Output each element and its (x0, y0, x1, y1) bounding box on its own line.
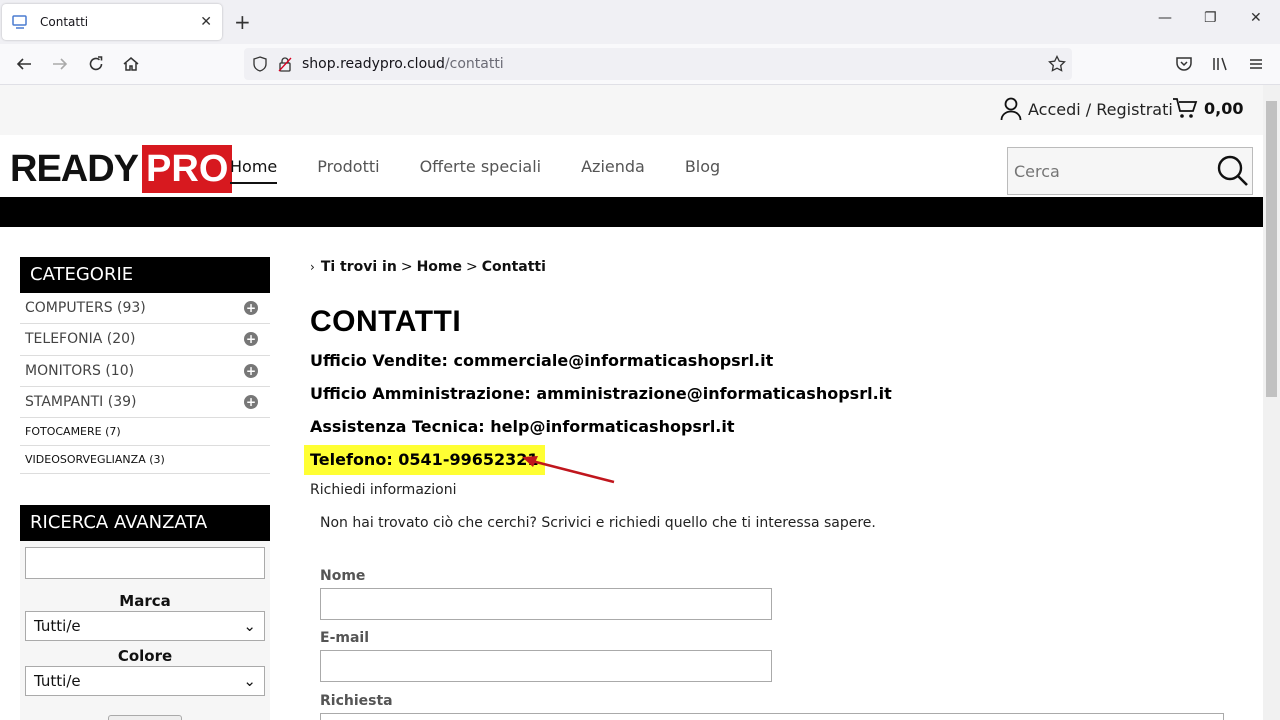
category-item-computers[interactable]: COMPUTERS (93) + (20, 293, 270, 325)
search-input[interactable] (1008, 148, 1214, 194)
advanced-search-input[interactable] (25, 547, 265, 579)
cart-total: 0,00 (1204, 98, 1244, 118)
expand-plus-icon[interactable]: + (244, 301, 258, 316)
menu-icon[interactable] (1246, 54, 1266, 74)
page-title: CONTATTI (310, 305, 462, 338)
search-icon (1217, 155, 1248, 186)
browser-toolbar: shop.readypro.cloud/contatti (0, 44, 1280, 85)
category-item-monitors[interactable]: MONITORS (10) + (20, 356, 270, 387)
request-info-description: Non hai trovato ciò che cerchi? Scrivici… (320, 515, 876, 531)
advanced-search-button[interactable] (108, 715, 182, 720)
request-textarea[interactable] (320, 713, 1224, 720)
account-label: Accedi / Registrati (1028, 99, 1173, 119)
request-info-title: Richiedi informazioni (310, 482, 457, 498)
browser-tab[interactable]: Contatti ✕ (2, 4, 222, 40)
scrollbar-thumb[interactable] (1266, 101, 1277, 397)
category-item-stampanti[interactable]: STAMPANTI (39) + (20, 387, 270, 419)
chevron-down-icon: ⌄ (243, 672, 256, 690)
web-page: Accedi / Registrati 0,00 READY PRO Home … (0, 85, 1263, 720)
lock-icon[interactable] (278, 56, 292, 72)
breadcrumb-prefix: Ti trovi in (320, 259, 397, 275)
brand-label: Marca (119, 592, 171, 610)
breadcrumb-home[interactable]: Home (417, 259, 462, 275)
site-logo[interactable]: READY PRO (10, 145, 233, 193)
category-label: VIDEOSORVEGLIANZA (3) (25, 453, 165, 467)
favicon-icon (12, 14, 28, 30)
cart-icon (1173, 98, 1198, 118)
chevron-right-icon: › (310, 260, 315, 274)
admin-contact: Ufficio Amministrazione: amministrazione… (310, 384, 892, 403)
category-label: TELEFONIA (20) (25, 331, 136, 348)
advanced-search-title: RICERCA AVANZATA (20, 505, 270, 541)
logo-ready: READY (10, 148, 139, 190)
request-label: Richiesta (320, 693, 393, 709)
page-scrollbar[interactable] (1263, 85, 1280, 720)
back-icon[interactable] (14, 54, 34, 74)
annotation-arrow-icon (522, 456, 615, 484)
brand-select-value: Tutti/e (34, 617, 81, 635)
brand-select[interactable]: Tutti/e ⌄ (25, 611, 265, 641)
category-item-videosorveglianza[interactable]: VIDEOSORVEGLIANZA (3) (20, 446, 270, 475)
url-path: /contatti (444, 56, 504, 72)
expand-plus-icon[interactable]: + (244, 363, 258, 378)
account-link[interactable]: Accedi / Registrati (1000, 97, 1173, 121)
new-tab-icon[interactable]: + (234, 10, 251, 34)
search-box (1007, 147, 1253, 195)
breadcrumb-current: Contatti (481, 259, 546, 275)
reload-icon[interactable] (86, 54, 106, 74)
header-band (0, 197, 1263, 227)
color-select-value: Tutti/e (34, 672, 81, 690)
nav-azienda[interactable]: Azienda (581, 157, 645, 184)
bookmark-star-icon[interactable] (1048, 55, 1066, 73)
logo-pro: PRO (142, 145, 233, 193)
utility-bar: Accedi / Registrati 0,00 (0, 85, 1263, 135)
breadcrumb: › Ti trovi in > Home > Contatti (310, 259, 546, 275)
nav-home[interactable]: Home (230, 157, 278, 184)
site-header: READY PRO Home Prodotti Offerte speciali… (0, 135, 1263, 197)
nav-offerte-speciali[interactable]: Offerte speciali (420, 157, 542, 184)
categories-title: CATEGORIE (20, 257, 270, 293)
address-bar[interactable]: shop.readypro.cloud/contatti (244, 48, 1072, 80)
cart-link[interactable]: 0,00 (1172, 97, 1243, 119)
email-field[interactable] (320, 650, 772, 682)
home-icon[interactable] (121, 54, 141, 74)
restore-icon[interactable]: ❐ (1204, 10, 1217, 26)
phone-contact-highlight: Telefono: 0541-99652321 (304, 445, 545, 475)
advanced-search-panel: Marca Tutti/e ⌄ Colore Tutti/e ⌄ (20, 541, 270, 720)
chevron-down-icon: ⌄ (243, 617, 256, 635)
user-icon (1000, 97, 1022, 121)
breadcrumb-separator: > (465, 259, 478, 275)
breadcrumb-separator: > (400, 259, 413, 275)
main-nav: Home Prodotti Offerte speciali Azienda B… (230, 157, 760, 184)
tracking-shield-icon[interactable] (252, 56, 268, 72)
support-contact: Assistenza Tecnica: help@informaticashop… (310, 417, 735, 436)
tab-title: Contatti (40, 15, 89, 29)
category-label: FOTOCAMERE (7) (25, 425, 121, 439)
category-label: MONITORS (10) (25, 362, 135, 379)
url-domain: shop.readypro.cloud (302, 56, 445, 72)
sales-contact: Ufficio Vendite: commerciale@informatica… (310, 351, 774, 370)
pocket-icon[interactable] (1174, 54, 1194, 74)
browser-tab-bar: Contatti ✕ + — ❐ ✕ (0, 0, 1280, 44)
category-list: COMPUTERS (93) + TELEFONIA (20) + MONITO… (20, 293, 270, 475)
nav-blog[interactable]: Blog (685, 157, 720, 184)
expand-plus-icon[interactable]: + (244, 395, 258, 410)
email-label: E-mail (320, 630, 370, 646)
minimize-icon[interactable]: — (1158, 10, 1172, 26)
expand-plus-icon[interactable]: + (244, 332, 258, 347)
name-field[interactable] (320, 588, 772, 620)
forward-icon[interactable] (50, 54, 70, 74)
category-label: COMPUTERS (93) (25, 300, 146, 317)
color-select[interactable]: Tutti/e ⌄ (25, 666, 265, 696)
category-item-telefonia[interactable]: TELEFONIA (20) + (20, 324, 270, 356)
nav-prodotti[interactable]: Prodotti (317, 157, 379, 184)
library-icon[interactable] (1210, 54, 1230, 74)
color-label: Colore (117, 647, 173, 665)
category-label: STAMPANTI (39) (25, 394, 137, 411)
close-tab-icon[interactable]: ✕ (200, 14, 212, 30)
category-item-fotocamere[interactable]: FOTOCAMERE (7) (20, 418, 270, 447)
close-window-icon[interactable]: ✕ (1250, 10, 1262, 26)
name-label: Nome (320, 568, 366, 584)
search-button[interactable] (1214, 148, 1252, 194)
